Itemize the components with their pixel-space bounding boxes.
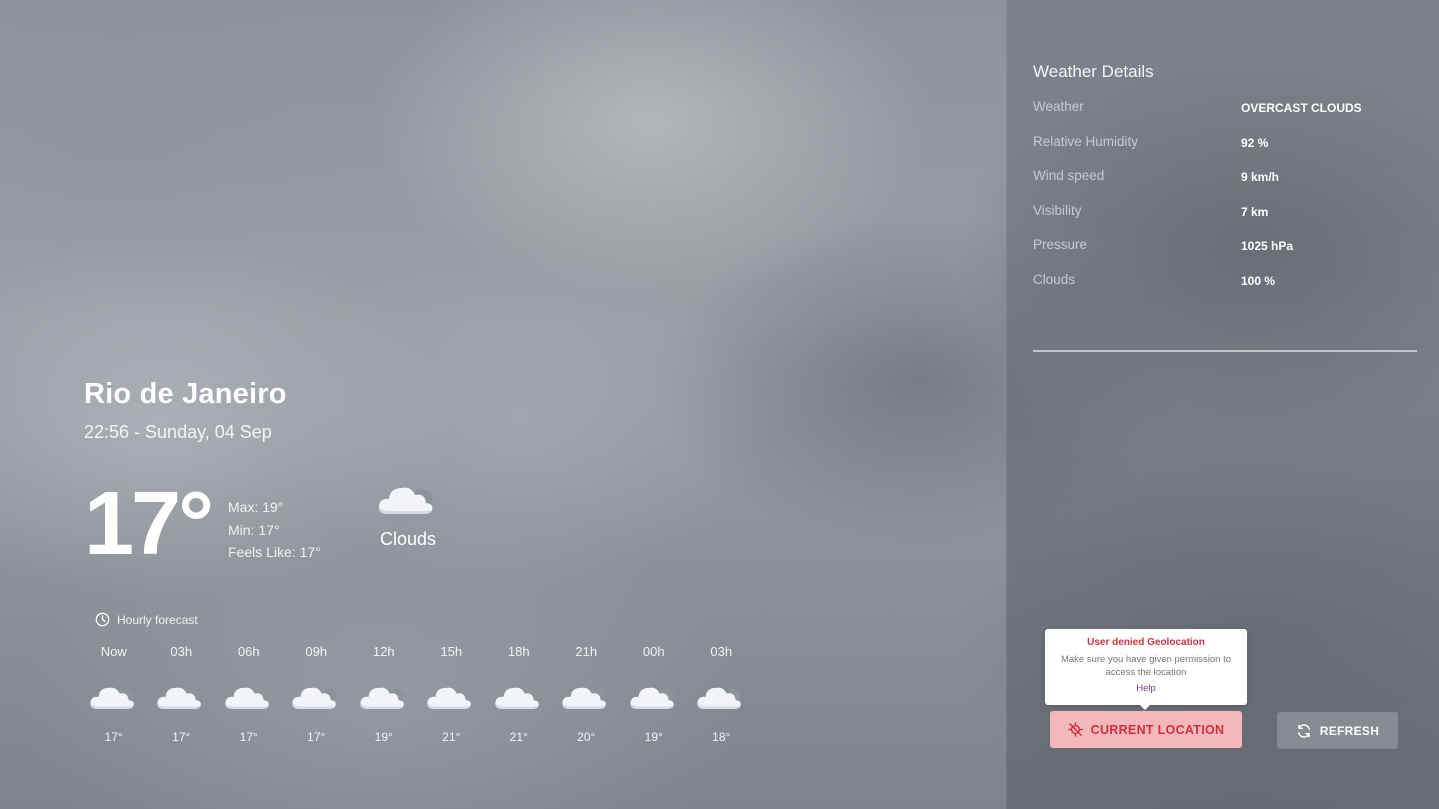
hourly-item: 12h 19° <box>350 644 418 744</box>
help-link[interactable]: Help <box>1045 683 1247 694</box>
detail-row-weather: Weather OVERCAST CLOUDS <box>1033 99 1417 134</box>
hour-temperature: 17° <box>104 730 123 744</box>
current-location-button[interactable]: CURRENT LOCATION <box>1050 711 1242 748</box>
hourly-item: 09h 17° <box>283 644 351 744</box>
clock-icon <box>95 612 110 627</box>
hour-temperature: 18° <box>712 730 731 744</box>
cloud-icon <box>427 687 472 709</box>
cloud-icon <box>697 687 742 709</box>
cloud-icon <box>360 687 405 709</box>
detail-label: Weather <box>1033 99 1084 114</box>
detail-label: Wind speed <box>1033 168 1105 183</box>
date-time: 22:56 - Sunday, 04 Sep <box>84 422 272 442</box>
hourly-forecast-header: Hourly forecast <box>95 612 198 627</box>
detail-value: 1025 hPa <box>1241 239 1294 253</box>
cloud-icon <box>562 687 607 709</box>
detail-row-clouds: Clouds 100 % <box>1033 272 1417 307</box>
cloud-icon <box>90 687 135 709</box>
tooltip-message: Make sure you have given permission to a… <box>1060 654 1232 678</box>
detail-row-humidity: Relative Humidity 92 % <box>1033 134 1417 169</box>
hourly-item: 06h 17° <box>215 644 283 744</box>
hour-temperature: 17° <box>307 730 326 744</box>
refresh-label: REFRESH <box>1319 723 1380 738</box>
refresh-icon <box>1297 723 1310 738</box>
detail-value: 7 km <box>1241 204 1269 219</box>
hourly-item: 03h 18° <box>688 644 756 744</box>
hourly-forecast-title: Hourly forecast <box>117 612 198 627</box>
hour-temperature: 20° <box>577 730 596 744</box>
hourly-item: Now 17° <box>80 644 148 744</box>
condition-label: Clouds <box>379 529 437 549</box>
hour-time: 12h <box>372 644 395 659</box>
hour-time: 09h <box>305 644 328 659</box>
detail-row-pressure: Pressure 1025 hPa <box>1033 237 1417 272</box>
hourly-item: 21h 20° <box>553 644 621 744</box>
cloud-icon <box>630 687 675 709</box>
geolocation-error-tooltip: User denied Geolocation Make sure you ha… <box>1045 629 1247 710</box>
detail-label: Clouds <box>1033 271 1076 287</box>
current-location-label: CURRENT LOCATION <box>1090 722 1225 737</box>
hourly-item: 00h 19° <box>620 644 688 744</box>
hour-temperature: 19° <box>644 730 663 744</box>
cloud-icon <box>292 687 337 709</box>
hour-time: 06h <box>237 644 260 659</box>
cloud-icon <box>495 687 540 709</box>
min-temperature: Min: 17° <box>228 521 280 538</box>
hourly-item: 15h 21° <box>418 644 486 744</box>
feels-like-temperature: Feels Like: 17° <box>228 544 321 560</box>
hourly-forecast-list: Now 17° 03h 17° 06h 17° 09h 17° 12h 19° … <box>80 644 755 744</box>
hourly-item: 03h 17° <box>148 644 216 744</box>
hour-time: 00h <box>642 644 665 659</box>
cloud-icon <box>225 687 270 709</box>
detail-label: Pressure <box>1033 237 1088 252</box>
hour-time: 03h <box>710 644 733 659</box>
detail-value: 100 % <box>1241 273 1276 288</box>
detail-row-visibility: Visibility 7 km <box>1033 203 1417 238</box>
hour-time: Now <box>100 644 127 659</box>
hour-temperature: 17° <box>172 730 191 744</box>
detail-label: Visibility <box>1033 202 1082 218</box>
hour-time: 03h <box>170 644 193 659</box>
divider <box>1033 350 1417 352</box>
main-weather-area: Rio de Janeiro 22:56 - Sunday, 04 Sep 17… <box>0 0 1006 809</box>
city-name: Rio de Janeiro <box>84 378 287 410</box>
detail-value: 92 % <box>1241 135 1269 150</box>
hour-temperature: 17° <box>239 730 258 744</box>
detail-row-wind-speed: Wind speed 9 km/h <box>1033 168 1417 203</box>
hourly-item: 18h 21° <box>485 644 553 744</box>
cloud-icon <box>157 687 202 709</box>
hour-time: 15h <box>440 644 463 659</box>
detail-label: Relative Humidity <box>1033 133 1139 149</box>
hour-temperature: 19° <box>374 730 393 744</box>
details-title: Weather Details <box>1033 62 1154 81</box>
temperature-range: Max: 19° Min: 17° Feels Like: 17° <box>228 496 321 564</box>
refresh-button[interactable]: REFRESH <box>1277 712 1398 749</box>
current-condition: Clouds <box>368 478 448 550</box>
hour-temperature: 21° <box>442 730 461 744</box>
tooltip-title: User denied Geolocation <box>1087 637 1205 648</box>
location-off-icon <box>1067 722 1083 737</box>
detail-value: 9 km/h <box>1241 170 1280 184</box>
max-temperature: Max: 19° <box>228 499 284 515</box>
details-list: Weather OVERCAST CLOUDS Relative Humidit… <box>1033 99 1417 306</box>
hour-temperature: 21° <box>509 730 528 744</box>
detail-value: OVERCAST CLOUDS <box>1241 101 1362 115</box>
cloud-icon <box>378 487 433 514</box>
hour-time: 21h <box>575 644 598 659</box>
current-temperature: 17° <box>84 474 214 574</box>
hour-time: 18h <box>507 644 530 659</box>
